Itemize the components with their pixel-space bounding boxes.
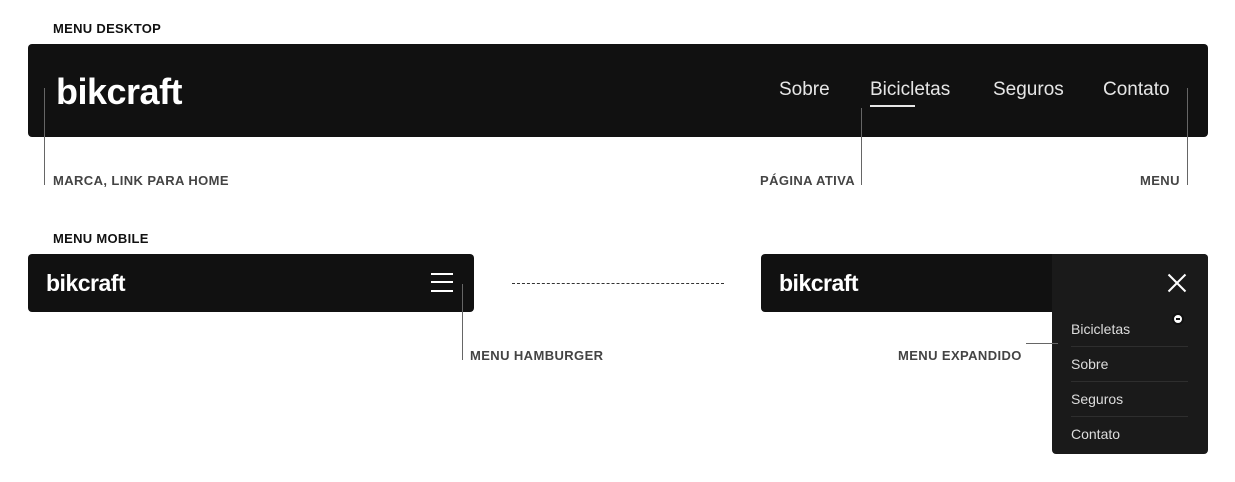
dropdown-item-bicicletas[interactable]: Bicicletas	[1071, 312, 1188, 347]
menu-annotation-line	[1187, 88, 1188, 185]
active-page-annotation-line	[861, 108, 862, 185]
annotation-expanded: MENU EXPANDIDO	[898, 348, 1022, 363]
dropdown-item-sobre[interactable]: Sobre	[1071, 347, 1188, 382]
brand-logo-link[interactable]: bikcraft	[56, 71, 183, 113]
dropdown-item-seguros[interactable]: Seguros	[1071, 382, 1188, 417]
nav-link-sobre[interactable]: Sobre	[779, 79, 830, 101]
section-title-mobile: MENU MOBILE	[53, 231, 149, 246]
expanded-menu-dropdown: Bicicletas Sobre Seguros Contato	[1052, 254, 1208, 454]
mobile-navbar: bikcraft	[28, 254, 474, 312]
mobile-brand-logo-link[interactable]: bikcraft	[46, 270, 126, 297]
section-title-desktop: MENU DESKTOP	[53, 21, 162, 36]
hamburger-menu-icon[interactable]	[429, 271, 455, 295]
nav-link-bicicletas[interactable]: Bicicletas	[870, 79, 950, 101]
annotation-hamburger: MENU HAMBURGER	[470, 348, 604, 363]
cursor-icon	[1172, 313, 1184, 325]
active-page-indicator	[870, 105, 915, 107]
nav-link-seguros[interactable]: Seguros	[993, 79, 1064, 101]
annotation-brand: MARCA, LINK PARA HOME	[53, 173, 229, 188]
close-icon[interactable]	[1164, 271, 1188, 295]
annotation-active-page: PÁGINA ATIVA	[760, 173, 856, 188]
nav-link-contato[interactable]: Contato	[1103, 79, 1170, 101]
transition-dashed-connector	[512, 283, 724, 284]
brand-annotation-line	[44, 88, 45, 185]
expanded-annotation-line	[1026, 343, 1058, 344]
mobile-expanded-brand-logo-link[interactable]: bikcraft	[779, 270, 859, 297]
desktop-navbar: bikcraft Sobre Bicicletas Seguros Contat…	[28, 44, 1208, 137]
dropdown-item-contato[interactable]: Contato	[1071, 417, 1188, 452]
annotation-menu: MENU	[1140, 173, 1180, 188]
hamburger-annotation-line	[462, 284, 463, 360]
